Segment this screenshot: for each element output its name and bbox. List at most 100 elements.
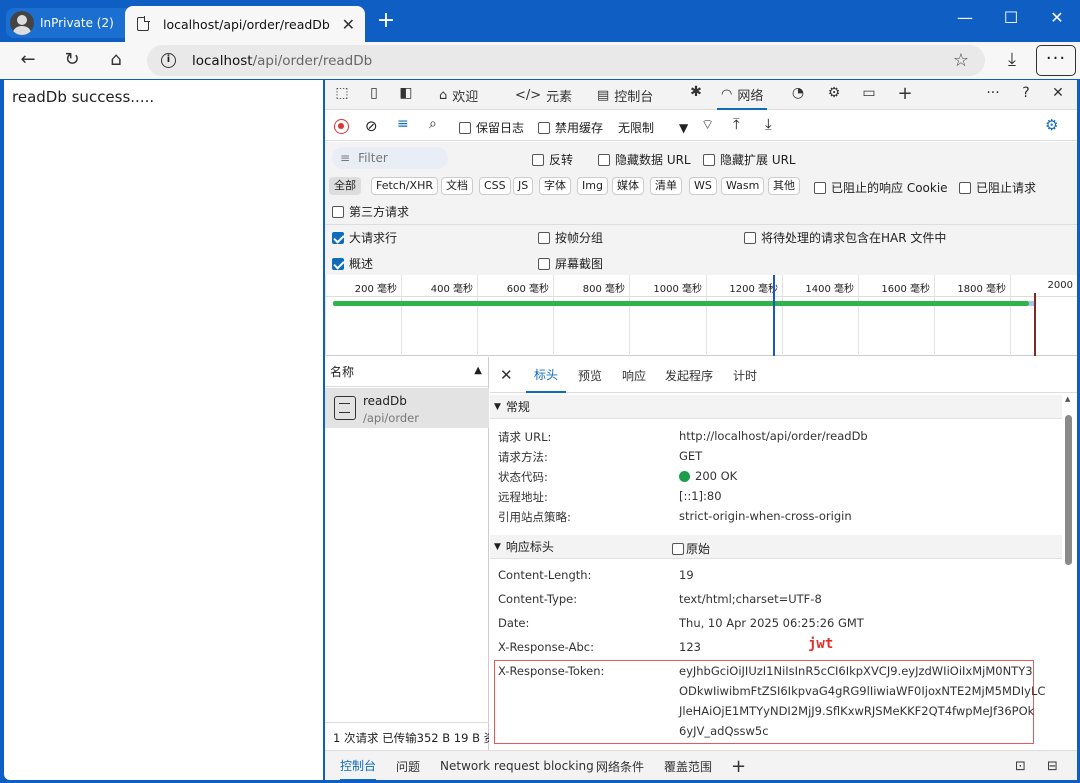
drawer-tab-console[interactable]: 控制台 xyxy=(340,751,377,780)
network-conditions-icon[interactable]: ⌔ xyxy=(701,116,714,134)
network-summary: 1 次请求 已传输352 B 19 B 资 xyxy=(325,722,489,752)
drawer-tab-coverage[interactable]: 覆盖范围 xyxy=(664,751,712,780)
scrollbar-thumb[interactable] xyxy=(1065,415,1072,565)
type-filter-font[interactable]: 字体 xyxy=(539,177,571,195)
tab-welcome[interactable]: ⌂ 欢迎 xyxy=(439,80,478,110)
inspect-icon[interactable]: ⬚ xyxy=(331,85,353,105)
type-filter-fetch[interactable]: Fetch/XHR xyxy=(371,177,438,195)
url-path: /api/order/readDb xyxy=(252,52,373,69)
drawer-tab-network-conditions[interactable]: 网络条件 xyxy=(596,751,644,780)
more-menu-icon[interactable]: ··· xyxy=(1036,45,1076,76)
maximize-button[interactable]: ☐ xyxy=(997,8,1025,34)
timeline-tick: 1600 毫秒 xyxy=(858,275,934,356)
big-request-rows-checkbox[interactable]: 大请求行 xyxy=(332,229,397,246)
request-list: 名称 ▲ readDb /api/order 1 次请求 已传输352 B 19… xyxy=(325,357,489,780)
request-row[interactable]: readDb /api/order xyxy=(325,388,489,428)
type-filter-img[interactable]: Img xyxy=(577,177,608,195)
drawer-tab-issues[interactable]: 问题 xyxy=(396,751,420,780)
settings-gear-icon[interactable]: ⚙ xyxy=(1045,116,1058,134)
group-by-frame-checkbox[interactable]: 按帧分组 xyxy=(538,229,603,246)
label: 原始 xyxy=(686,542,711,556)
type-filter-media[interactable]: 媒体 xyxy=(612,177,644,195)
tab-initiator[interactable]: 发起程序 xyxy=(665,357,713,393)
type-filter-ws[interactable]: WS xyxy=(689,177,717,195)
blocked-cookies-checkbox[interactable]: 已阻止的响应 Cookie xyxy=(814,179,948,196)
type-filter-wasm[interactable]: Wasm xyxy=(721,177,765,195)
browser-tab[interactable]: localhost/api/order/readDb ✕ xyxy=(125,6,365,42)
performance-icon[interactable]: ◔ xyxy=(787,85,809,105)
close-devtools-icon[interactable]: ✕ xyxy=(1047,85,1069,105)
clear-icon[interactable]: ⊘ xyxy=(365,117,378,135)
bug-icon[interactable]: ✱ xyxy=(685,84,707,104)
close-window-button[interactable]: ✕ xyxy=(1043,8,1071,34)
dock-drawer-icon[interactable]: ⊡ xyxy=(1015,751,1026,780)
add-drawer-tab-icon[interactable]: + xyxy=(731,751,746,780)
drawer-tab-request-blocking[interactable]: Network request blocking xyxy=(440,751,594,780)
refresh-icon[interactable]: ↻ xyxy=(57,46,87,74)
header-value: GET xyxy=(679,449,703,463)
tab-network[interactable]: ◠ 网络 xyxy=(717,80,768,110)
type-filter-js[interactable]: JS xyxy=(513,177,534,195)
new-tab-button[interactable]: + xyxy=(374,10,398,34)
type-filter-all[interactable]: 全部 xyxy=(329,177,361,195)
tab-elements[interactable]: </> 元素 xyxy=(515,80,572,110)
application-icon[interactable]: ▭ xyxy=(858,85,880,105)
console-icon: ▤ xyxy=(597,87,610,103)
memory-icon[interactable]: ⚙ xyxy=(823,85,845,105)
general-section-header[interactable]: ▼ 常规 xyxy=(490,395,1062,419)
token-line: JleHAiOjE1MTYyNDI2MjJ9.SflKxwRJSMeKKF2QT… xyxy=(679,704,1035,718)
name-column-header[interactable]: 名称 ▲ xyxy=(325,357,488,387)
dock-icon[interactable]: ◧ xyxy=(395,85,417,105)
address-bar[interactable]: i localhost/api/order/readDb ☆ xyxy=(147,45,985,76)
home-icon[interactable]: ⌂ xyxy=(101,46,131,74)
help-icon[interactable]: ? xyxy=(1015,85,1037,105)
detail-scrollbar[interactable]: ▲ xyxy=(1064,395,1073,745)
tab-timing[interactable]: 计时 xyxy=(733,357,757,393)
har-pending-checkbox[interactable]: 将待处理的请求包含在HAR 文件中 xyxy=(744,229,946,246)
close-detail-icon[interactable]: ✕ xyxy=(500,357,513,393)
type-filter-css[interactable]: CSS xyxy=(479,177,511,195)
label: 大请求行 xyxy=(349,231,398,245)
tab-headers[interactable]: 标头 xyxy=(526,357,567,393)
throttle-select[interactable]: 无限制 ▼ xyxy=(618,119,688,136)
type-filter-other[interactable]: 其他 xyxy=(768,177,800,195)
raw-checkbox[interactable]: 原始 xyxy=(672,540,710,557)
search-icon[interactable]: ⌕ xyxy=(429,116,437,132)
favorite-star-icon[interactable]: ☆ xyxy=(953,50,969,71)
record-icon[interactable] xyxy=(334,119,349,134)
close-tab-icon[interactable]: ✕ xyxy=(342,15,355,34)
device-emulation-icon[interactable]: ▯ xyxy=(363,85,385,105)
type-filter-manifest[interactable]: 清单 xyxy=(650,177,682,195)
wifi-icon: ◠ xyxy=(721,86,733,102)
preserve-log-checkbox[interactable]: 保留日志 xyxy=(459,119,524,136)
blocked-requests-checkbox[interactable]: 已阻止请求 xyxy=(959,179,1036,196)
label: 已阻止请求 xyxy=(976,181,1037,195)
type-filter-doc[interactable]: 文档 xyxy=(441,177,473,195)
tab-console[interactable]: ▤ 控制台 xyxy=(597,80,653,110)
disable-cache-checkbox[interactable]: 禁用缓存 xyxy=(538,119,603,136)
tab-response[interactable]: 响应 xyxy=(622,357,646,393)
export-icon[interactable]: ⤓ xyxy=(765,115,772,133)
tab-preview[interactable]: 预览 xyxy=(578,357,602,393)
back-icon[interactable]: ← xyxy=(13,46,43,74)
filter-input[interactable]: ≡ Filter xyxy=(332,147,448,169)
info-icon[interactable]: i xyxy=(161,53,176,68)
filter-icon[interactable]: ≡ xyxy=(397,116,409,132)
inprivate-button[interactable]: InPrivate (2) xyxy=(6,8,138,38)
timeline-tick: 1400 毫秒 xyxy=(782,275,858,356)
more-tools-icon[interactable]: + xyxy=(894,83,916,104)
third-party-checkbox[interactable]: 第三方请求 xyxy=(332,203,409,220)
customize-icon[interactable]: ··· xyxy=(982,85,1004,105)
downloads-icon[interactable]: ⤓ xyxy=(997,46,1027,74)
response-headers-section-header[interactable]: ▼ 响应标头 原始 xyxy=(490,535,1062,559)
minimize-button[interactable]: — xyxy=(951,8,979,34)
screenshots-checkbox[interactable]: 屏幕截图 xyxy=(538,255,603,272)
hide-data-url-checkbox[interactable]: 隐藏数据 URL xyxy=(598,151,691,168)
network-timeline[interactable]: 200 毫秒 400 毫秒 600 毫秒 800 毫秒 1000 毫秒 1200… xyxy=(325,275,1077,356)
invert-checkbox[interactable]: 反转 xyxy=(532,151,573,168)
overview-checkbox[interactable]: 概述 xyxy=(332,255,373,272)
import-icon[interactable]: ⤒ xyxy=(733,115,740,133)
collapse-drawer-icon[interactable]: ⊟ xyxy=(1047,751,1058,780)
hide-extension-url-checkbox[interactable]: 隐藏扩展 URL xyxy=(703,151,796,168)
request-name: readDb xyxy=(363,394,407,408)
